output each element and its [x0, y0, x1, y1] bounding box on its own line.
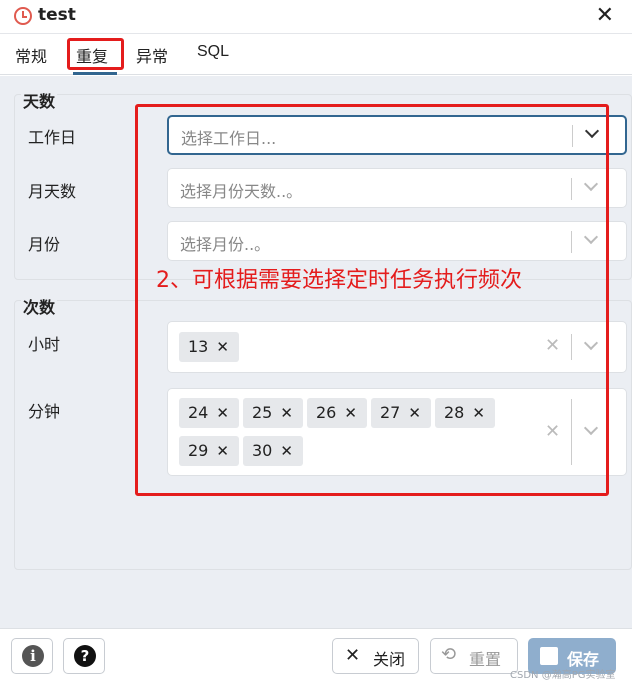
reset-icon: ⟲	[441, 644, 457, 664]
clock-icon	[14, 7, 32, 25]
minute-chip[interactable]: 30 ✕	[243, 436, 303, 466]
select-divider	[571, 178, 572, 200]
close-x-icon: ✕	[345, 645, 361, 665]
select-divider	[571, 334, 572, 360]
remove-icon[interactable]: ✕	[344, 404, 357, 422]
hour-chip[interactable]: 13 ✕	[179, 332, 239, 362]
minute-chip[interactable]: 28 ✕	[435, 398, 495, 428]
monthdays-label: 月天数	[28, 182, 77, 201]
dialog-title: test	[38, 5, 76, 25]
tab-sql[interactable]: SQL	[197, 43, 229, 61]
chevron-down-icon[interactable]	[583, 229, 599, 245]
help-icon: ?	[74, 645, 96, 667]
info-icon: i	[22, 645, 44, 667]
weekday-placeholder: 选择工作日...	[181, 129, 277, 148]
tab-general[interactable]: 常规	[15, 43, 47, 67]
weekday-select[interactable]: 选择工作日...	[167, 115, 627, 155]
dialog-titlebar: test ✕	[0, 0, 632, 34]
minute-chip[interactable]: 25 ✕	[243, 398, 303, 428]
help-button[interactable]: ?	[63, 638, 105, 674]
minute-chip[interactable]: 29 ✕	[179, 436, 239, 466]
chevron-down-icon[interactable]	[583, 420, 599, 436]
months-select[interactable]: 选择月份..。	[167, 221, 627, 261]
remove-icon[interactable]: ✕	[216, 442, 229, 460]
watermark: CSDN @瀚高PG实验室	[510, 670, 616, 681]
remove-icon[interactable]: ✕	[408, 404, 421, 422]
remove-icon[interactable]: ✕	[216, 338, 229, 356]
chevron-down-icon[interactable]	[583, 335, 599, 351]
reset-button[interactable]: ⟲ 重置	[430, 638, 518, 674]
chevron-down-icon[interactable]	[583, 176, 599, 192]
info-button[interactable]: i	[11, 638, 53, 674]
monthdays-placeholder: 选择月份天数..。	[180, 182, 303, 201]
minutes-label: 分钟	[28, 402, 61, 421]
select-divider	[571, 231, 572, 253]
minute-chip[interactable]: 26 ✕	[307, 398, 367, 428]
tab-exception[interactable]: 异常	[136, 43, 168, 67]
months-placeholder: 选择月份..。	[180, 235, 271, 254]
chevron-down-icon[interactable]	[584, 123, 600, 139]
remove-icon[interactable]: ✕	[280, 442, 293, 460]
remove-icon[interactable]: ✕	[472, 404, 485, 422]
months-label: 月份	[28, 235, 61, 254]
clear-icon[interactable]: ✕	[545, 421, 560, 442]
annotation-text: 2、可根据需要选择定时任务执行频次	[156, 268, 522, 293]
close-icon[interactable]: ✕	[596, 3, 614, 28]
days-legend: 天数	[21, 88, 58, 112]
weekday-label: 工作日	[28, 128, 77, 147]
active-tab-indicator	[73, 72, 117, 75]
select-divider	[571, 399, 572, 465]
remove-icon[interactable]: ✕	[216, 404, 229, 422]
remove-icon[interactable]: ✕	[280, 404, 293, 422]
minute-chip[interactable]: 27 ✕	[371, 398, 431, 428]
save-icon	[540, 647, 558, 665]
clear-icon[interactable]: ✕	[545, 335, 560, 356]
hours-label: 小时	[28, 335, 61, 354]
select-divider	[572, 125, 573, 147]
minute-chip[interactable]: 24 ✕	[179, 398, 239, 428]
monthdays-select[interactable]: 选择月份天数..。	[167, 168, 627, 208]
tab-highlight-box	[67, 38, 124, 70]
close-button[interactable]: ✕ 关闭	[332, 638, 419, 674]
times-legend: 次数	[21, 294, 58, 318]
